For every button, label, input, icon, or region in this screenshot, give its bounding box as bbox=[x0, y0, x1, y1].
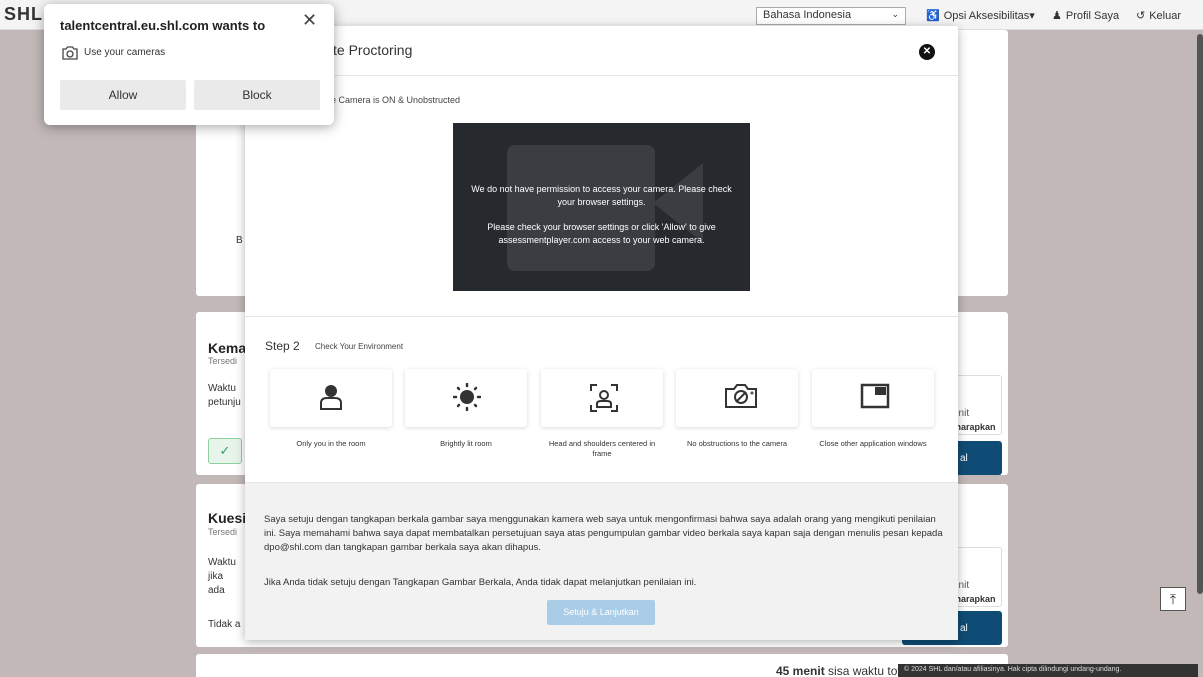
permission-title: talentcentral.eu.shl.com wants to bbox=[60, 18, 266, 33]
modal-header: te Proctoring ✕ bbox=[245, 26, 958, 76]
env-label: No obstructions to the camera bbox=[686, 439, 788, 448]
frame-person-icon bbox=[590, 384, 618, 412]
permission-text: Use your cameras bbox=[84, 47, 166, 58]
brand-logo: SHL bbox=[4, 4, 43, 24]
env-check-item: Head and shoulders centered in frame bbox=[541, 369, 663, 459]
card-title: Kuesi bbox=[208, 510, 247, 526]
close-icon[interactable]: ✕ bbox=[919, 44, 935, 60]
env-check-item: Brightly lit room bbox=[405, 369, 527, 449]
env-label: Head and shoulders centered in frame bbox=[548, 439, 656, 458]
close-icon[interactable]: ✕ bbox=[302, 10, 317, 31]
env-card bbox=[812, 369, 934, 427]
env-label: Close other application windows bbox=[819, 439, 927, 448]
env-card bbox=[405, 369, 527, 427]
card-text: Waktu petunju bbox=[208, 383, 241, 408]
env-check-item: No obstructions to the camera bbox=[676, 369, 798, 449]
language-select[interactable]: Bahasa Indonesia ⌄ bbox=[756, 7, 906, 25]
step1-instruction: e Camera is ON & Unobstructed bbox=[331, 95, 461, 105]
window-icon bbox=[860, 383, 890, 409]
camera-help-message: Please check your browser settings or cl… bbox=[487, 222, 716, 245]
divider bbox=[245, 316, 958, 317]
modal-title: te Proctoring bbox=[333, 42, 413, 58]
logout-link[interactable]: ↺ Keluar bbox=[1136, 9, 1181, 22]
allow-button[interactable]: Allow bbox=[60, 80, 186, 110]
logout-icon: ↺ bbox=[1136, 10, 1146, 22]
env-label: Brightly lit room bbox=[440, 439, 492, 448]
user-icon: ♟ bbox=[1052, 10, 1062, 22]
camera-blocked-icon bbox=[725, 384, 757, 408]
language-select-value: Bahasa Indonesia bbox=[763, 9, 852, 21]
env-check-item: Close other application windows bbox=[812, 369, 934, 449]
caret-down-icon: ▾ bbox=[1029, 10, 1035, 22]
profile-label: Profil Saya bbox=[1065, 10, 1120, 22]
env-check-item: Only you in the room bbox=[270, 369, 392, 449]
arrow-up-icon: ⤒ bbox=[1169, 591, 1177, 607]
env-card bbox=[541, 369, 663, 427]
camera-preview: We do not have permission to access your… bbox=[453, 123, 750, 291]
accessibility-menu[interactable]: ♿ Opsi Aksesibilitas▾ bbox=[926, 9, 1035, 22]
scrollbar[interactable] bbox=[1197, 34, 1203, 594]
check-icon: ✓ bbox=[208, 438, 242, 464]
env-card bbox=[676, 369, 798, 427]
person-icon bbox=[320, 385, 342, 410]
card-subtitle: Tersedi bbox=[208, 356, 238, 366]
time-remaining-value: 45 menit bbox=[776, 664, 825, 677]
env-label: Only you in the room bbox=[296, 439, 366, 448]
block-button[interactable]: Block bbox=[194, 80, 320, 110]
accessibility-icon: ♿ bbox=[926, 10, 940, 22]
proctoring-modal: te Proctoring ✕ e Camera is ON & Unobstr… bbox=[245, 26, 958, 640]
card-partial-text: B bbox=[236, 235, 243, 246]
camera-icon bbox=[62, 46, 78, 60]
card-subtitle: Tersedi bbox=[208, 527, 238, 537]
duration-note: iharapkan bbox=[953, 594, 996, 604]
sun-icon bbox=[453, 383, 481, 411]
copyright-footer: © 2024 SHL dan/atau afiliasinya. Hak cip… bbox=[898, 664, 1198, 677]
logout-label: Keluar bbox=[1149, 10, 1182, 22]
profile-link[interactable]: ♟ Profil Saya bbox=[1052, 9, 1119, 22]
env-card bbox=[270, 369, 392, 427]
chevron-down-icon: ⌄ bbox=[891, 9, 899, 19]
duration-note: iharapkan bbox=[953, 422, 996, 432]
camera-permission-prompt: talentcentral.eu.shl.com wants to ✕ Use … bbox=[44, 4, 334, 125]
agree-continue-button[interactable]: Setuju & Lanjutkan bbox=[547, 600, 655, 625]
time-remaining-label: sisa waktu tota bbox=[828, 664, 908, 677]
consent-text: Saya setuju dengan tangkapan berkala gam… bbox=[264, 514, 943, 553]
card-text: Waktu jika ada bbox=[208, 557, 236, 596]
accessibility-label: Opsi Aksesibilitas bbox=[943, 10, 1030, 22]
consent-warning: Jika Anda tidak setuju dengan Tangkapan … bbox=[264, 577, 697, 588]
camera-permission-message: We do not have permission to access your… bbox=[471, 184, 732, 207]
card-title: Kema bbox=[208, 340, 247, 356]
consent-section: Saya setuju dengan tangkapan berkala gam… bbox=[245, 482, 958, 640]
time-remaining: 45 menit sisa waktu tota bbox=[776, 664, 907, 677]
back-to-top-button[interactable]: ⤒ bbox=[1160, 587, 1186, 611]
step2-title: Check Your Environment bbox=[315, 342, 404, 351]
card-footer-text: Tidak a bbox=[208, 619, 241, 630]
step2-label: Step 2 bbox=[265, 339, 300, 353]
